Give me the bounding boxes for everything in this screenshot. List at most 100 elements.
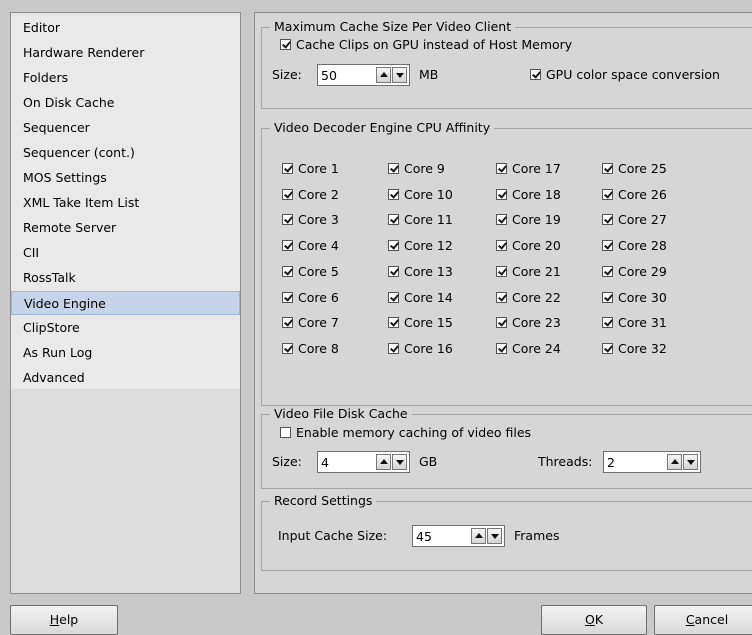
input-cache-size-down-button[interactable]: [487, 528, 502, 544]
core-checkbox[interactable]: [388, 240, 399, 252]
sidebar-item[interactable]: CII: [11, 241, 240, 265]
input-cache-size-spinbox[interactable]: [412, 525, 505, 547]
sidebar-item[interactable]: Editor: [11, 16, 240, 40]
core-checkbox[interactable]: [602, 317, 613, 329]
core-checkbox-row[interactable]: Core 4: [282, 237, 339, 255]
core-checkbox-row[interactable]: Core 5: [282, 263, 339, 281]
core-checkbox[interactable]: [282, 265, 293, 277]
core-checkbox-row[interactable]: Core 20: [496, 237, 561, 255]
threads-input[interactable]: [607, 453, 647, 471]
core-checkbox-row[interactable]: Core 1: [282, 160, 339, 178]
core-checkbox[interactable]: [388, 163, 399, 174]
sidebar-item[interactable]: Folders: [11, 66, 240, 90]
core-checkbox-row[interactable]: Core 31: [602, 314, 667, 332]
sidebar-item[interactable]: Remote Server: [11, 216, 240, 240]
input-cache-size-input[interactable]: [416, 527, 456, 545]
core-checkbox[interactable]: [388, 291, 399, 303]
sidebar-item[interactable]: Hardware Renderer: [11, 41, 240, 65]
threads-spinbox[interactable]: [603, 451, 701, 473]
threads-down-button[interactable]: [683, 454, 698, 470]
core-checkbox-row[interactable]: Core 12: [388, 237, 453, 255]
sidebar-item[interactable]: ClipStore: [11, 316, 240, 340]
help-button[interactable]: Help: [10, 605, 118, 635]
core-checkbox-row[interactable]: Core 23: [496, 314, 561, 332]
core-checkbox[interactable]: [282, 240, 293, 252]
core-checkbox[interactable]: [602, 265, 613, 277]
core-checkbox-row[interactable]: Core 28: [602, 237, 667, 255]
sidebar-item[interactable]: Sequencer: [11, 116, 240, 140]
sidebar-item[interactable]: Video Engine: [11, 291, 240, 315]
core-checkbox[interactable]: [282, 188, 293, 200]
core-checkbox[interactable]: [602, 342, 613, 354]
sidebar-item[interactable]: As Run Log: [11, 341, 240, 365]
disk-cache-size-up-button[interactable]: [376, 454, 391, 470]
core-checkbox-row[interactable]: Core 18: [496, 186, 561, 204]
core-checkbox-row[interactable]: Core 17: [496, 160, 561, 178]
gpu-cache-checkbox[interactable]: [280, 39, 291, 50]
core-checkbox-row[interactable]: Core 10: [388, 186, 453, 204]
core-checkbox[interactable]: [282, 317, 293, 329]
core-checkbox-row[interactable]: Core 3: [282, 211, 339, 229]
core-checkbox[interactable]: [602, 163, 613, 174]
sidebar-item[interactable]: On Disk Cache: [11, 91, 240, 115]
core-checkbox[interactable]: [496, 240, 507, 252]
core-checkbox[interactable]: [282, 342, 293, 354]
sidebar-item[interactable]: XML Take Item List: [11, 191, 240, 215]
core-checkbox[interactable]: [388, 317, 399, 329]
cache-size-spinbox[interactable]: [317, 64, 410, 86]
core-checkbox-row[interactable]: Core 19: [496, 211, 561, 229]
core-checkbox[interactable]: [496, 163, 507, 174]
core-checkbox[interactable]: [282, 291, 293, 303]
sidebar-item[interactable]: MOS Settings: [11, 166, 240, 190]
cancel-button[interactable]: Cancel: [654, 605, 752, 635]
disk-cache-size-down-button[interactable]: [392, 454, 407, 470]
core-checkbox-row[interactable]: Core 21: [496, 263, 561, 281]
core-checkbox-row[interactable]: Core 11: [388, 211, 453, 229]
ok-button[interactable]: OK: [541, 605, 647, 635]
core-checkbox[interactable]: [602, 188, 613, 200]
gpu-color-checkbox-row[interactable]: GPU color space conversion: [530, 66, 720, 84]
core-checkbox[interactable]: [602, 214, 613, 226]
core-checkbox-row[interactable]: Core 6: [282, 289, 339, 307]
input-cache-size-up-button[interactable]: [471, 528, 486, 544]
core-checkbox[interactable]: [496, 342, 507, 354]
core-checkbox-row[interactable]: Core 26: [602, 186, 667, 204]
core-checkbox-row[interactable]: Core 16: [388, 340, 453, 358]
core-checkbox[interactable]: [388, 342, 399, 354]
core-checkbox[interactable]: [388, 214, 399, 226]
cache-size-up-button[interactable]: [376, 67, 391, 83]
memory-caching-checkbox[interactable]: [280, 427, 291, 438]
core-checkbox-row[interactable]: Core 30: [602, 289, 667, 307]
memory-caching-checkbox-row[interactable]: Enable memory caching of video files: [280, 424, 531, 442]
disk-cache-size-input[interactable]: [321, 453, 361, 471]
core-checkbox[interactable]: [496, 214, 507, 226]
core-checkbox-row[interactable]: Core 24: [496, 340, 561, 358]
core-checkbox[interactable]: [282, 214, 293, 226]
core-checkbox-row[interactable]: Core 32: [602, 340, 667, 358]
sidebar-item[interactable]: Sequencer (cont.): [11, 141, 240, 165]
core-checkbox-row[interactable]: Core 2: [282, 186, 339, 204]
cache-size-down-button[interactable]: [392, 67, 407, 83]
gpu-color-checkbox[interactable]: [530, 69, 541, 80]
core-checkbox-row[interactable]: Core 15: [388, 314, 453, 332]
gpu-cache-checkbox-row[interactable]: Cache Clips on GPU instead of Host Memor…: [280, 36, 572, 54]
core-checkbox-row[interactable]: Core 7: [282, 314, 339, 332]
core-checkbox-row[interactable]: Core 9: [388, 160, 445, 178]
settings-category-list[interactable]: Editor Hardware Renderer Folders On Disk Ca…: [10, 12, 241, 594]
cache-size-input[interactable]: [321, 66, 361, 84]
core-checkbox-row[interactable]: Core 22: [496, 289, 561, 307]
sidebar-item[interactable]: RossTalk: [11, 266, 240, 290]
disk-cache-size-spinbox[interactable]: [317, 451, 410, 473]
core-checkbox-row[interactable]: Core 8: [282, 340, 339, 358]
threads-up-button[interactable]: [667, 454, 682, 470]
core-checkbox[interactable]: [496, 265, 507, 277]
core-checkbox-row[interactable]: Core 14: [388, 289, 453, 307]
core-checkbox[interactable]: [602, 240, 613, 252]
core-checkbox[interactable]: [496, 291, 507, 303]
core-checkbox-row[interactable]: Core 13: [388, 263, 453, 281]
core-checkbox-row[interactable]: Core 27: [602, 211, 667, 229]
core-checkbox[interactable]: [602, 291, 613, 303]
core-checkbox[interactable]: [388, 188, 399, 200]
core-checkbox[interactable]: [282, 163, 293, 174]
core-checkbox-row[interactable]: Core 25: [602, 160, 667, 178]
